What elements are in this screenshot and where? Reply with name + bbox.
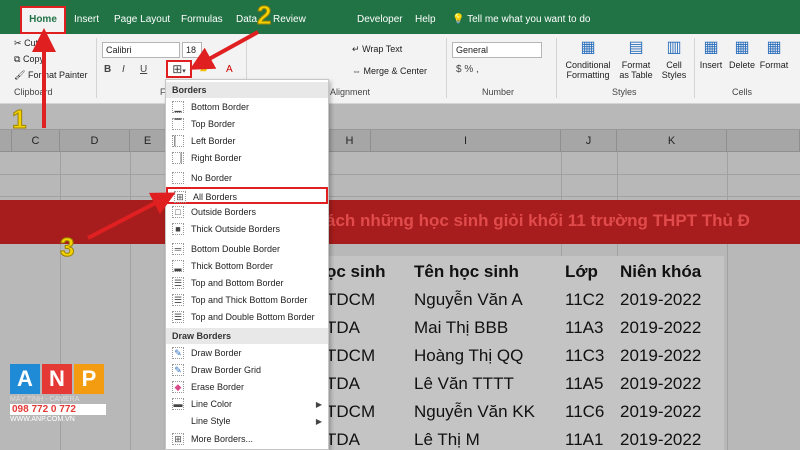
arrow-to-borders-button xyxy=(189,30,259,70)
logo-letter: A xyxy=(10,364,40,394)
anp-logo: ANP MÁY TÍNH - CAMERA 098 772 0 772 WWW.… xyxy=(10,364,106,423)
step-number-2: 2 xyxy=(256,0,272,31)
logo-phone: 098 772 0 772 xyxy=(10,404,106,415)
logo-tagline: MÁY TÍNH - CAMERA xyxy=(10,396,80,403)
logo-website: WWW.ANP.COM.VN xyxy=(10,416,75,423)
arrow-to-all-borders xyxy=(87,192,176,240)
logo-letter: P xyxy=(74,364,104,394)
step-number-3: 3 xyxy=(59,232,75,263)
step-number-1: 1 xyxy=(11,104,27,135)
logo-letter: N xyxy=(42,364,72,394)
annotation-arrows xyxy=(32,28,259,240)
